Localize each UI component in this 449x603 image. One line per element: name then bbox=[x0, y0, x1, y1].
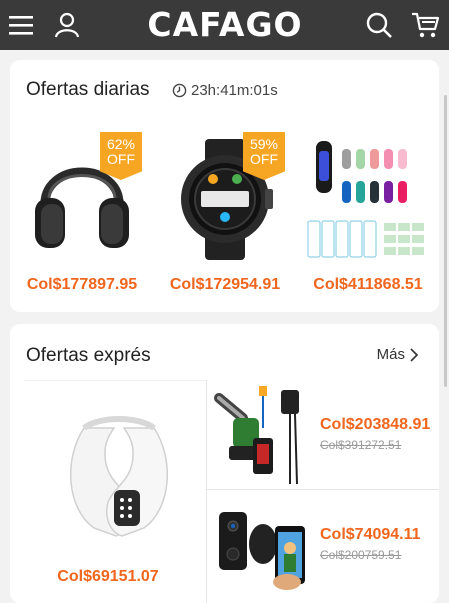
deal-price: Col$411868.51 bbox=[313, 276, 423, 293]
express-old-price: Col$200759.51 bbox=[320, 548, 402, 562]
discount-badge: 62% OFF bbox=[100, 132, 142, 180]
express-item-doorbell[interactable]: Col$74094.11 Col$200759.51 bbox=[207, 492, 439, 600]
menu-icon[interactable] bbox=[4, 8, 38, 42]
video-doorbell-image bbox=[213, 492, 313, 600]
daily-deals-card: Ofertas diarias 23h:41m:01s 62% OFF Col$… bbox=[10, 60, 439, 312]
discount-badge: 59% OFF bbox=[243, 132, 285, 180]
chevron-right-icon bbox=[410, 347, 419, 362]
deal-price: Col$172954.91 bbox=[169, 276, 281, 293]
deal-item-fitness-band[interactable]: Col$411868.51 bbox=[298, 132, 438, 302]
user-icon[interactable] bbox=[50, 8, 84, 42]
clock-icon bbox=[172, 83, 187, 98]
top-bar: CAFAGO bbox=[0, 0, 449, 50]
express-price: Col$74094.11 bbox=[320, 526, 421, 543]
more-label: Más bbox=[376, 346, 405, 363]
express-deals-card: Ofertas exprés Más Col$69151.07 Col$2038… bbox=[10, 324, 439, 603]
deal-item-headphones[interactable]: 62% OFF Col$177897.95 bbox=[12, 132, 152, 302]
scrollbar[interactable] bbox=[444, 95, 447, 387]
express-item-chainsaw[interactable]: Col$203848.91 Col$391272.51 bbox=[207, 382, 439, 490]
discount-percent: 62% bbox=[106, 136, 136, 152]
cafago-logo[interactable]: CAFAGO bbox=[120, 4, 330, 46]
discount-off-label: OFF bbox=[250, 151, 278, 167]
fitness-band-image bbox=[304, 132, 432, 267]
cart-icon[interactable] bbox=[408, 8, 442, 42]
discount-off-label: OFF bbox=[107, 151, 135, 167]
express-price: Col$203848.91 bbox=[320, 416, 431, 433]
express-main-price: Col$69151.07 bbox=[57, 568, 159, 585]
timer-text: 23h:41m:01s bbox=[191, 82, 278, 99]
express-deals-title: Ofertas exprés bbox=[26, 345, 151, 366]
express-old-price: Col$391272.51 bbox=[320, 438, 402, 452]
countdown-timer: 23h:41m:01s bbox=[172, 82, 278, 99]
deal-price: Col$177897.95 bbox=[26, 276, 138, 293]
discount-percent: 59% bbox=[249, 136, 279, 152]
more-link[interactable]: Más bbox=[377, 346, 419, 363]
daily-deals-title: Ofertas diarias bbox=[26, 79, 150, 100]
search-icon[interactable] bbox=[362, 8, 396, 42]
neck-massager-image bbox=[54, 398, 184, 548]
deal-item-smartwatch[interactable]: 59% OFF Col$172954.91 bbox=[155, 132, 295, 302]
mini-chainsaw-image bbox=[213, 382, 313, 490]
